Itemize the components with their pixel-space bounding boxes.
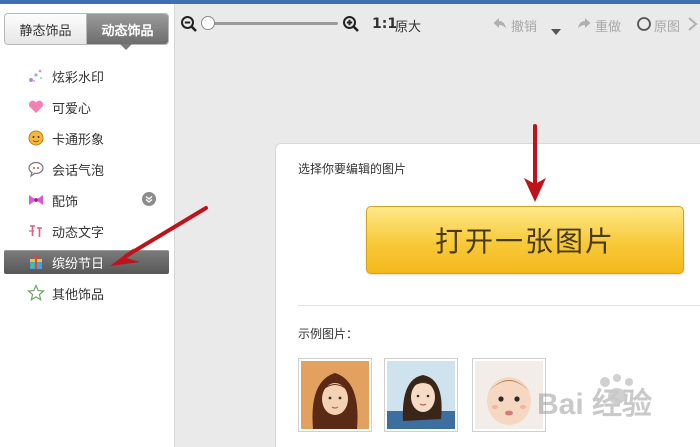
redo-icon[interactable] bbox=[576, 16, 592, 36]
sidebar-item-animated-text[interactable]: 动态文字 bbox=[4, 219, 169, 243]
decoration-tab-group: 静态饰品 动态饰品 bbox=[4, 13, 169, 45]
sidebar-item-festivals[interactable]: 缤纷节日 bbox=[4, 250, 169, 274]
zoom-slider-handle[interactable] bbox=[201, 16, 215, 30]
undo-button[interactable]: 撤销 bbox=[511, 16, 537, 35]
watermark-text: Bai 经验 bbox=[537, 387, 652, 421]
sidebar-item-speech-bubble[interactable]: 会话气泡 bbox=[4, 157, 169, 181]
samples-label: 示例图片： bbox=[298, 327, 359, 341]
baidu-jingyan-watermark: Bai 经验 bbox=[535, 372, 695, 422]
sidebar-item-accessories[interactable]: 配饰 bbox=[4, 188, 169, 212]
expand-chevron-icon[interactable] bbox=[142, 192, 156, 206]
sidebar-item-label: 炫彩水印 bbox=[52, 70, 105, 86]
sidebar-item-label: 卡通形象 bbox=[52, 132, 105, 148]
ratio-label[interactable]: 1:1 bbox=[372, 16, 397, 32]
sidebar-item-cute-heart[interactable]: 可爱心 bbox=[4, 95, 169, 119]
active-tab-pointer bbox=[120, 44, 132, 50]
sidebar: 静态饰品 动态饰品 炫彩水印 可爱心 卡通形象 会话气泡 配饰 动态文字 缤纷节… bbox=[0, 4, 175, 447]
bow-icon bbox=[26, 190, 46, 210]
sidebar-item-other[interactable]: 其他饰品 bbox=[4, 281, 169, 305]
redo-button[interactable]: 重做 bbox=[595, 16, 621, 35]
open-image-button[interactable]: 打开一张图片 bbox=[366, 206, 684, 274]
sidebar-item-label: 会话气泡 bbox=[52, 163, 105, 179]
toolbar: 1:1 原大 撤销 重做 原图 bbox=[176, 4, 700, 44]
toolbar-overflow-icon[interactable] bbox=[686, 16, 700, 36]
sidebar-item-label: 动态文字 bbox=[52, 225, 105, 241]
panel-divider bbox=[298, 305, 700, 306]
zoom-slider-track[interactable] bbox=[206, 22, 338, 25]
undo-dropdown-icon[interactable] bbox=[551, 21, 561, 40]
sample-image-1[interactable] bbox=[298, 358, 372, 432]
sidebar-item-cartoon[interactable]: 卡通形象 bbox=[4, 126, 169, 150]
panel-prompt: 选择你要编辑的图片 bbox=[298, 162, 407, 176]
tab-dynamic-decorations[interactable]: 动态饰品 bbox=[87, 14, 168, 44]
undo-icon[interactable] bbox=[492, 16, 508, 36]
sidebar-item-label: 其他饰品 bbox=[52, 287, 105, 303]
gift-icon bbox=[26, 252, 46, 272]
zoom-in-icon[interactable] bbox=[342, 15, 360, 37]
sidebar-item-colorful-watermark[interactable]: 炫彩水印 bbox=[4, 64, 169, 88]
sample-image-2[interactable] bbox=[384, 358, 458, 432]
sidebar-item-label: 配饰 bbox=[52, 194, 79, 210]
original-image-icon[interactable] bbox=[636, 16, 652, 36]
sparkle-icon bbox=[26, 66, 46, 86]
animated-text-icon bbox=[26, 221, 46, 241]
sidebar-item-label: 可爱心 bbox=[52, 101, 92, 117]
speech-bubble-icon bbox=[26, 159, 46, 179]
heart-icon bbox=[26, 97, 46, 117]
sidebar-item-label: 缤纷节日 bbox=[52, 256, 105, 272]
zoom-out-icon[interactable] bbox=[180, 15, 198, 37]
original-image-button[interactable]: 原图 bbox=[654, 16, 680, 35]
star-icon bbox=[26, 283, 46, 303]
original-size-button[interactable]: 原大 bbox=[395, 16, 421, 35]
cartoon-face-icon bbox=[26, 128, 46, 148]
tab-static-decorations[interactable]: 静态饰品 bbox=[5, 14, 87, 44]
